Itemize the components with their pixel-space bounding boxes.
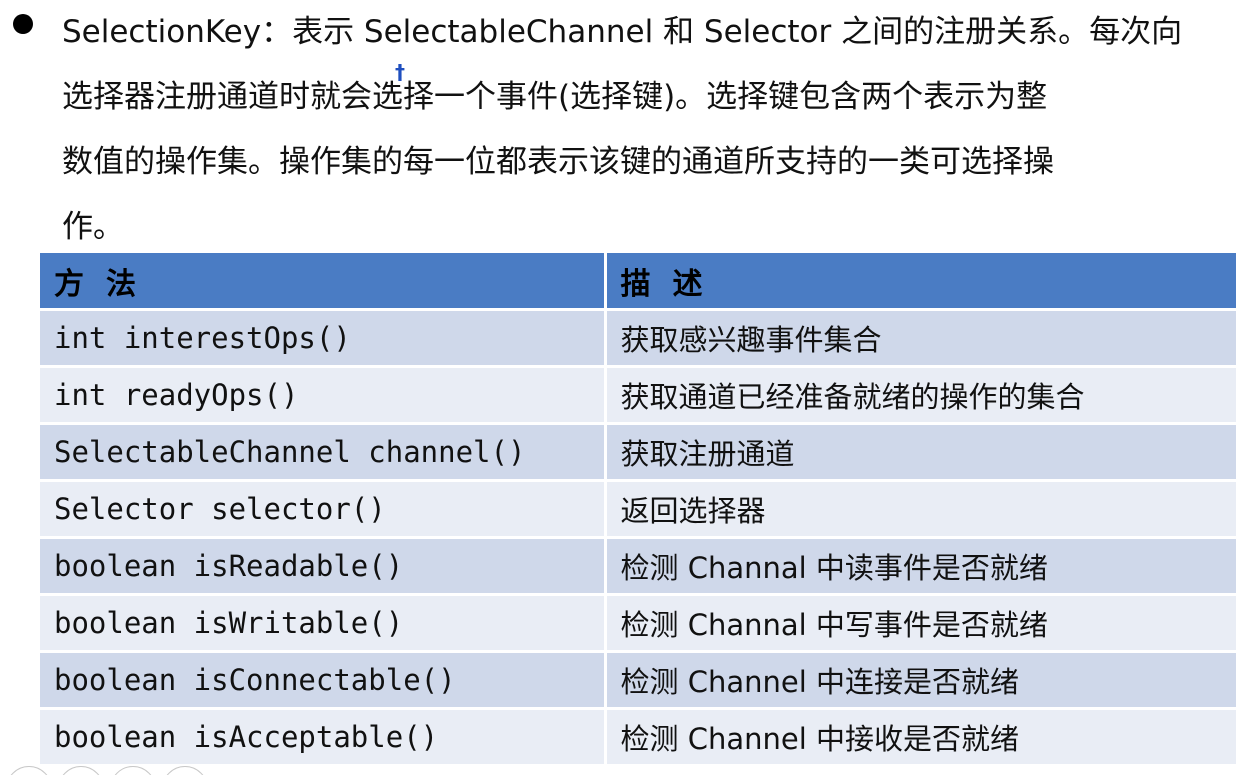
method-cell: boolean isAcceptable() (40, 708, 607, 767)
method-cell: boolean isWritable() (40, 594, 607, 653)
description-cell: 检测 Channel 中连接是否就绪 (605, 651, 1236, 710)
table-row: boolean isReadable() 检测 Channal 中读事件是否就绪 (40, 537, 1236, 596)
method-cell: SelectableChannel channel() (40, 423, 607, 482)
footer-decoration (0, 760, 240, 775)
method-cell: Selector selector() (40, 480, 607, 539)
description-cell: 返回选择器 (605, 480, 1236, 539)
table-row: int interestOps() 获取感兴趣事件集合 (40, 309, 1236, 368)
circle-decoration-icon (6, 766, 52, 775)
description-cell: 获取注册通道 (605, 423, 1236, 482)
bullet-dot (13, 14, 33, 34)
intro-paragraph: SelectionKey：表示 SelectableChannel 和 Sele… (62, 0, 1222, 260)
table-row: SelectableChannel channel() 获取注册通道 (40, 423, 1236, 482)
description-cell: 检测 Channel 中接收是否就绪 (605, 708, 1236, 767)
method-cell: boolean isConnectable() (40, 651, 607, 710)
description-cell: 获取通道已经准备就绪的操作的集合 (605, 366, 1236, 425)
table-header-row: 方法 描述 (40, 253, 1236, 311)
intro-line: SelectionKey：表示 SelectableChannel 和 Sele… (62, 14, 1183, 50)
intro-line: 选择器注册通道时就会选择一个事件(选择键)。选择键包含两个表示为整 (62, 79, 1048, 115)
description-cell: 检测 Channal 中写事件是否就绪 (605, 594, 1236, 653)
circle-decoration-icon (110, 766, 156, 775)
column-header-description: 描述 (605, 253, 1236, 311)
circle-decoration-icon (58, 766, 104, 775)
table-row: boolean isAcceptable() 检测 Channel 中接收是否就… (40, 708, 1236, 767)
method-cell: int interestOps() (40, 309, 607, 368)
description-cell: 检测 Channal 中读事件是否就绪 (605, 537, 1236, 596)
column-header-method: 方法 (40, 253, 607, 311)
description-cell: 获取感兴趣事件集合 (605, 309, 1236, 368)
table-row: Selector selector() 返回选择器 (40, 480, 1236, 539)
method-cell: boolean isReadable() (40, 537, 607, 596)
intro-line: 作。 (62, 209, 124, 245)
intro-line: 数值的操作集。操作集的每一位都表示该键的通道所支持的一类可选择操 (62, 144, 1054, 180)
table-row: boolean isConnectable() 检测 Channel 中连接是否… (40, 651, 1236, 710)
circle-decoration-icon (162, 766, 208, 775)
selectionkey-methods-table: 方法 描述 int interestOps() 获取感兴趣事件集合 int re… (40, 253, 1236, 767)
text-cursor-icon: † (395, 60, 405, 84)
method-cell: int readyOps() (40, 366, 607, 425)
table-row: boolean isWritable() 检测 Channal 中写事件是否就绪 (40, 594, 1236, 653)
table-row: int readyOps() 获取通道已经准备就绪的操作的集合 (40, 366, 1236, 425)
